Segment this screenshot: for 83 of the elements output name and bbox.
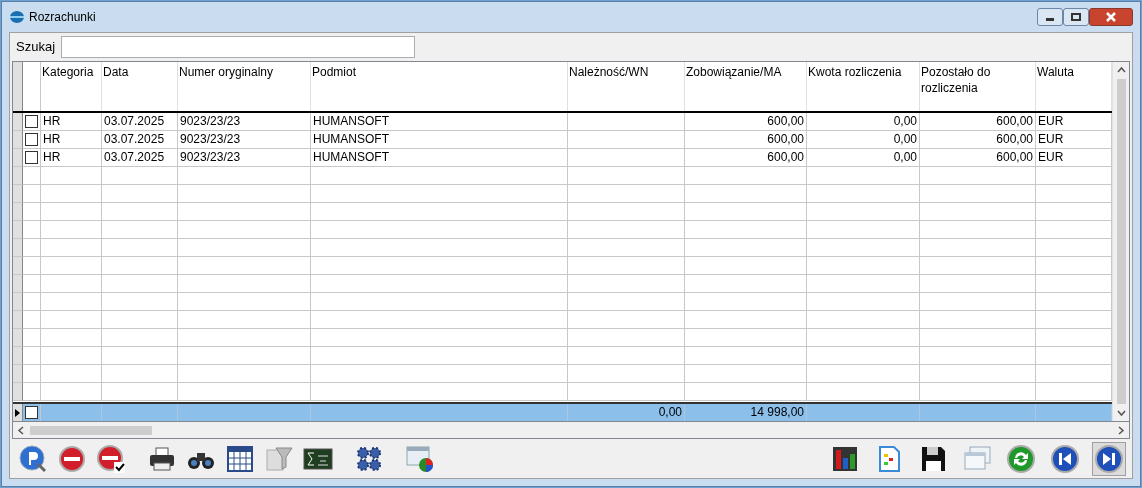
scrollbar-thumb[interactable]: [30, 425, 152, 435]
table-cell: HUMANSOFT: [311, 149, 568, 167]
table-cell: [41, 311, 102, 329]
table-cell: [41, 347, 102, 365]
row-checkbox[interactable]: [25, 115, 38, 128]
total-cell: 0,00: [568, 404, 685, 421]
table-cell: [41, 293, 102, 311]
table-cell: HUMANSOFT: [311, 131, 568, 149]
table-cell: HR: [41, 149, 102, 167]
column-header[interactable]: Kwota rozliczenia: [807, 62, 920, 111]
table-cell: [23, 239, 41, 257]
table-cell: 600,00: [920, 149, 1036, 167]
table-cell: [23, 347, 41, 365]
table-cell: [23, 293, 41, 311]
table-cell: [41, 221, 102, 239]
table-cell: [23, 203, 41, 221]
column-header[interactable]: Należność/WN: [568, 62, 685, 111]
skip-forward-icon: [1094, 443, 1124, 474]
table-cell: [41, 275, 102, 293]
total-cell: 14 998,00: [685, 404, 807, 421]
table-cell: 600,00: [920, 113, 1036, 131]
table-cell: 0,00: [807, 113, 920, 131]
table-cell: [41, 239, 102, 257]
preview-icon: [18, 443, 48, 474]
minimize-button[interactable]: [1037, 8, 1063, 26]
row-checkbox[interactable]: [25, 406, 38, 419]
table-cell: [41, 257, 102, 275]
search-label: Szukaj: [16, 38, 56, 57]
table-cell: [23, 365, 41, 383]
vertical-scrollbar[interactable]: [1112, 62, 1129, 421]
table-cell: 600,00: [685, 131, 807, 149]
column-header[interactable]: Numer oryginalny: [178, 62, 311, 111]
horizontal-scrollbar[interactable]: [12, 422, 1130, 439]
table-cell: HUMANSOFT: [311, 113, 568, 131]
scrollbar-thumb[interactable]: [1116, 79, 1126, 404]
column-header[interactable]: Kategoria: [41, 62, 102, 111]
table-cell: 9023/23/23: [178, 131, 311, 149]
app-icon: [9, 9, 25, 25]
close-button[interactable]: [1089, 8, 1133, 26]
row-selector[interactable]: [13, 404, 23, 421]
table-cell: 600,00: [920, 131, 1036, 149]
table-grid-icon: [225, 443, 255, 474]
column-header[interactable]: Data: [102, 62, 178, 111]
table-cell: [23, 383, 41, 401]
skip-back-icon: [1050, 443, 1080, 474]
row-checkbox[interactable]: [25, 133, 38, 146]
table-cell: [41, 167, 102, 185]
table-cell: [23, 257, 41, 275]
table-cell: [23, 221, 41, 239]
table-cell: [23, 275, 41, 293]
search-field[interactable]: [61, 36, 416, 58]
window-pie-chart-icon: [405, 443, 435, 474]
no-entry-check-icon: [96, 443, 126, 474]
column-header[interactable]: Pozostało do rozliczenia: [920, 62, 1036, 111]
close-icon: [1106, 12, 1116, 22]
column-header[interactable]: Zobowiązanie/MA: [685, 62, 807, 111]
window-title: Rozrachunki: [29, 9, 96, 26]
table-cell: HR: [41, 113, 102, 131]
table-cell: 03.07.2025: [102, 131, 178, 149]
table-cell: HR: [41, 131, 102, 149]
table-cell: [23, 329, 41, 347]
toolbar-button[interactable]: [1092, 441, 1126, 476]
current-row-icon: [15, 408, 20, 417]
table-cell: 03.07.2025: [102, 149, 178, 167]
table-cell: 0,00: [807, 149, 920, 167]
table-cell: [41, 203, 102, 221]
table-cell: 600,00: [685, 113, 807, 131]
table-cell: 9023/23/23: [178, 113, 311, 131]
row-checkbox[interactable]: [25, 151, 38, 164]
table-cell: [41, 383, 102, 401]
table-cell: [41, 185, 102, 203]
table-cell: 03.07.2025: [102, 113, 178, 131]
table-cell: 0,00: [807, 131, 920, 149]
refresh-icon: [1006, 443, 1036, 474]
table-cell: [23, 311, 41, 329]
table-cell: [41, 329, 102, 347]
table-cell: 600,00: [685, 149, 807, 167]
maximize-button[interactable]: [1063, 8, 1089, 26]
table-cell: [41, 365, 102, 383]
no-entry-icon: [57, 443, 87, 474]
column-header[interactable]: Podmiot: [311, 62, 568, 111]
table-cell: 9023/23/23: [178, 149, 311, 167]
table-cell: [23, 185, 41, 203]
